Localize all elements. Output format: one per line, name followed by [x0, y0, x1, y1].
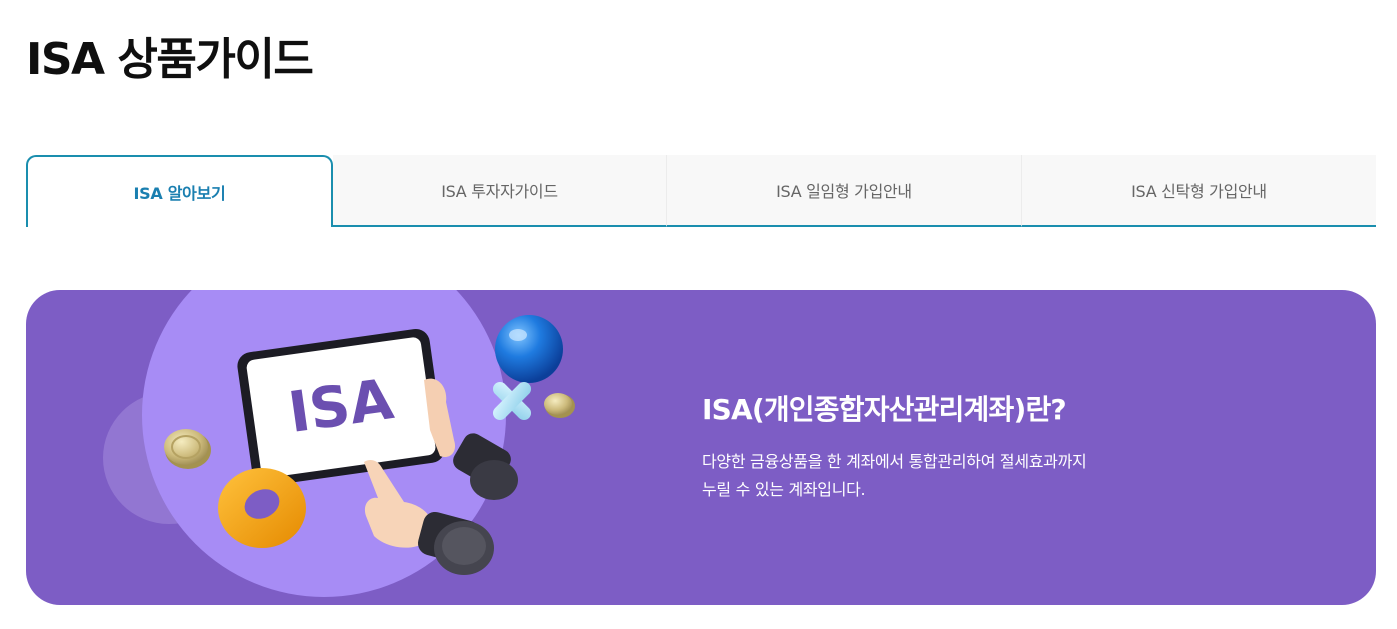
sphere-icon: [495, 315, 563, 383]
tablet-icon: ISA: [237, 328, 445, 487]
banner-description-line-1: 다양한 금융상품을 한 계좌에서 통합관리하여 절세효과까지: [702, 452, 1087, 471]
coin-small-icon: [544, 393, 575, 418]
isa-illustration: ISA: [103, 290, 575, 597]
banner-title: ISA(개인종합자산관리계좌)란?: [702, 393, 1067, 426]
page-title: ISA 상품가이드: [26, 34, 314, 85]
banner-description-line-2: 누릴 수 있는 계좌입니다.: [702, 480, 866, 499]
donut-icon: [218, 468, 306, 548]
tab-isa-trust-signup[interactable]: ISA 신탁형 가입안내: [1021, 155, 1376, 227]
isa-intro-banner: ISA ISA(개인종합자산관리계좌)란? 다양한 금융상품을 한 계좌에서 통…: [26, 290, 1376, 605]
banner-description: 다양한 금융상품을 한 계좌에서 통합관리하여 절세효과까지 누릴 수 있는 계…: [702, 448, 1142, 504]
tab-isa-overview[interactable]: ISA 알아보기: [26, 155, 333, 227]
tab-isa-investor-guide[interactable]: ISA 투자자가이드: [333, 155, 666, 227]
tab-isa-discretionary-signup[interactable]: ISA 일임형 가입안내: [666, 155, 1021, 227]
tab-bar: ISA 알아보기 ISA 투자자가이드 ISA 일임형 가입안내 ISA 신탁형…: [26, 155, 1376, 227]
